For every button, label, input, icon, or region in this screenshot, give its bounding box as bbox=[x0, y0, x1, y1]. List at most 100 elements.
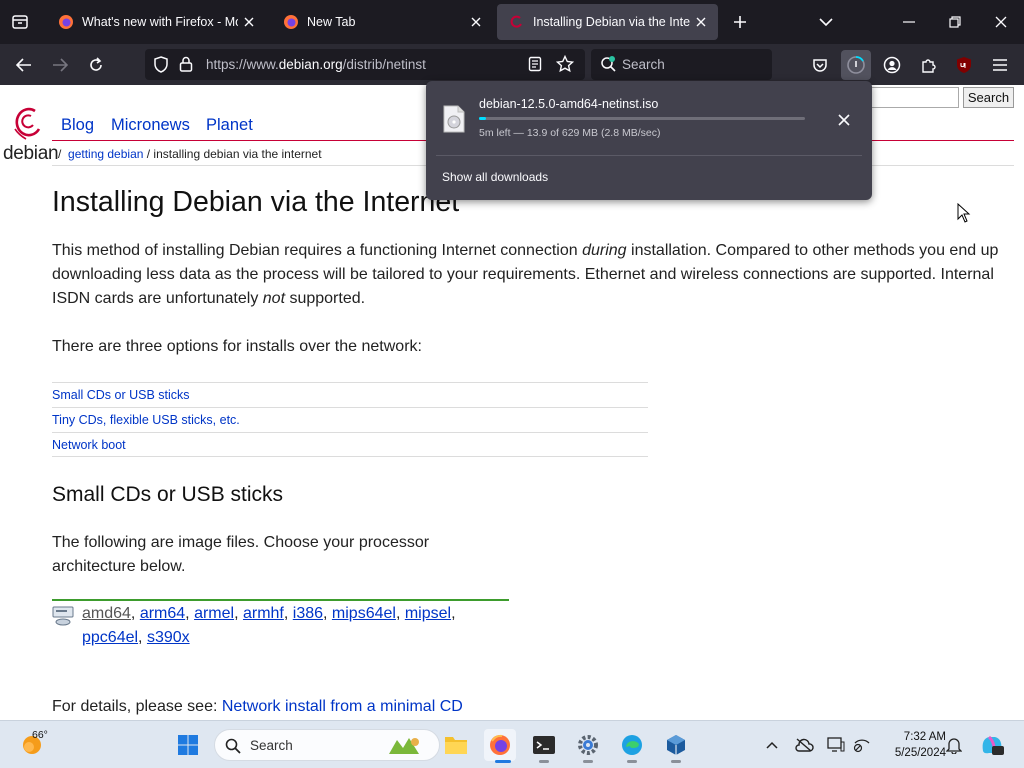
cancel-download-icon[interactable] bbox=[833, 109, 855, 131]
display-device-icon[interactable] bbox=[822, 729, 850, 761]
tracking-protection-shield-icon[interactable] bbox=[153, 56, 169, 78]
network-status-icon[interactable] bbox=[848, 729, 876, 761]
details-paragraph: For details, please see: Network install… bbox=[52, 698, 463, 716]
intro-text-1: This method of installing Debian require… bbox=[52, 242, 583, 259]
breadcrumb-link-getting-debian[interactable]: getting debian bbox=[68, 147, 143, 161]
tab-whats-new[interactable]: What's new with Firefox - More bbox=[46, 4, 266, 40]
arch-link-ppc64el[interactable]: ppc64el bbox=[82, 629, 138, 646]
debian-swirl-icon bbox=[510, 15, 522, 28]
close-tab-icon[interactable] bbox=[690, 11, 712, 33]
debian-logo[interactable] bbox=[9, 101, 45, 146]
copilot-icon[interactable] bbox=[976, 729, 1008, 761]
breadcrumb-separator: / bbox=[58, 147, 62, 161]
list-item: Network boot bbox=[52, 432, 648, 457]
weather-temperature[interactable]: 66° bbox=[32, 729, 48, 741]
nav-link-micronews[interactable]: Micronews bbox=[111, 116, 190, 135]
app-running-indicator bbox=[627, 760, 637, 763]
site-search-input[interactable] bbox=[858, 87, 959, 108]
tab-installing-debian[interactable]: Installing Debian via the Internet bbox=[497, 4, 718, 40]
address-bar[interactable]: https://www.debian.org/distrib/netinst bbox=[145, 49, 585, 80]
download-status: 5m left — 13.9 of 629 MB (2.8 MB/sec) bbox=[479, 127, 661, 139]
new-tab-plus-icon[interactable] bbox=[726, 8, 754, 36]
minimize-window-icon[interactable] bbox=[892, 8, 926, 36]
page-title: Installing Debian via the Internet bbox=[52, 186, 460, 218]
debian-logo-text[interactable]: debian bbox=[3, 143, 59, 165]
architecture-links: amd64, arm64, armel, armhf, i386, mips64… bbox=[82, 605, 456, 646]
firefox-icon bbox=[284, 15, 298, 29]
settings-gear-icon[interactable] bbox=[572, 729, 604, 761]
tray-chevron-up-icon[interactable] bbox=[758, 729, 786, 761]
search-highlight-icon bbox=[385, 734, 425, 763]
toc-link-network-boot[interactable]: Network boot bbox=[52, 438, 126, 452]
restore-window-icon[interactable] bbox=[938, 8, 972, 36]
file-explorer-icon[interactable] bbox=[440, 729, 472, 761]
arch-link-mipsel[interactable]: mipsel bbox=[405, 605, 451, 622]
windows-start-icon[interactable] bbox=[172, 729, 204, 761]
tab-title: What's new with Firefox - More bbox=[82, 15, 238, 29]
search-icon bbox=[225, 738, 241, 759]
extensions-puzzle-icon[interactable] bbox=[913, 50, 943, 80]
toc-link-tiny-cds[interactable]: Tiny CDs, flexible USB sticks, etc. bbox=[52, 413, 240, 427]
section-paragraph: The following are image files. Choose yo… bbox=[52, 534, 430, 575]
firefox-icon bbox=[59, 15, 73, 29]
forward-arrow-icon[interactable] bbox=[45, 50, 75, 80]
close-window-icon[interactable] bbox=[984, 8, 1018, 36]
taskbar-search-box[interactable]: Search bbox=[214, 729, 440, 761]
details-link-minimal-cd[interactable]: Network install from a minimal CD bbox=[222, 698, 463, 715]
download-progress-bar bbox=[479, 117, 805, 120]
section-title: Small CDs or USB sticks bbox=[52, 483, 284, 506]
pocket-icon[interactable] bbox=[805, 50, 835, 80]
edge-browser-icon[interactable] bbox=[616, 729, 648, 761]
arch-divider bbox=[52, 599, 509, 601]
bookmark-star-icon[interactable] bbox=[555, 54, 575, 78]
intro-text-3: supported. bbox=[285, 290, 366, 307]
lock-icon[interactable] bbox=[179, 56, 193, 77]
terminal-icon[interactable] bbox=[528, 729, 560, 761]
breadcrumb-current: / installing debian via the internet bbox=[146, 147, 322, 161]
close-tab-icon[interactable] bbox=[465, 11, 487, 33]
show-all-downloads-button[interactable]: Show all downloads bbox=[442, 170, 548, 184]
system-clock[interactable]: 7:32 AM 5/25/2024 bbox=[878, 729, 946, 761]
downloads-panel: debian-12.5.0-amd64-netinst.iso 5m left … bbox=[426, 81, 872, 200]
url-text[interactable]: https://www.debian.org/distrib/netinst bbox=[206, 57, 426, 72]
download-progress-fill bbox=[479, 117, 487, 120]
search-bar[interactable]: Search bbox=[591, 49, 772, 80]
firefox-view-icon[interactable] bbox=[6, 8, 34, 36]
close-tab-icon[interactable] bbox=[238, 11, 260, 33]
downloads-progress-icon[interactable] bbox=[841, 50, 871, 80]
hamburger-menu-icon[interactable] bbox=[985, 50, 1015, 80]
arch-link-arm64[interactable]: arm64 bbox=[140, 605, 185, 622]
arch-link-amd64[interactable]: amd64 bbox=[82, 605, 131, 622]
back-arrow-icon[interactable] bbox=[9, 50, 39, 80]
downloads-divider bbox=[436, 155, 862, 156]
list-item: Tiny CDs, flexible USB sticks, etc. bbox=[52, 407, 648, 432]
site-search-button[interactable]: Search bbox=[963, 87, 1014, 108]
account-avatar-icon[interactable] bbox=[877, 50, 907, 80]
reader-view-icon[interactable] bbox=[528, 56, 542, 77]
tab-new-tab[interactable]: New Tab bbox=[271, 4, 493, 40]
firefox-taskbar-icon[interactable] bbox=[484, 729, 516, 761]
navigation-toolbar: https://www.debian.org/distrib/netinst S… bbox=[0, 44, 1024, 85]
nav-link-planet[interactable]: Planet bbox=[206, 116, 253, 135]
list-all-tabs-chevron-down-icon[interactable] bbox=[812, 8, 840, 36]
details-label: For details, please see: bbox=[52, 698, 222, 715]
download-filename[interactable]: debian-12.5.0-amd64-netinst.iso bbox=[479, 97, 658, 111]
onedrive-cloud-icon[interactable] bbox=[790, 729, 818, 761]
arch-link-armhf[interactable]: armhf bbox=[243, 605, 284, 622]
arch-link-mips64el[interactable]: mips64el bbox=[332, 605, 396, 622]
nav-link-blog[interactable]: Blog bbox=[61, 116, 94, 135]
reload-icon[interactable] bbox=[81, 50, 111, 80]
windows-taskbar: 66° Search 7:32 AM 5/25/2024 bbox=[0, 720, 1024, 768]
arch-link-armel[interactable]: armel bbox=[194, 605, 234, 622]
iso-file-icon bbox=[443, 105, 465, 138]
intro-paragraph: This method of installing Debian require… bbox=[52, 239, 1007, 311]
toc-link-small-cds[interactable]: Small CDs or USB sticks bbox=[52, 388, 190, 402]
url-prefix: https://www. bbox=[206, 57, 279, 72]
virtualbox-icon[interactable] bbox=[660, 729, 692, 761]
breadcrumb: / getting debian / installing debian via… bbox=[58, 147, 322, 161]
ublock-origin-icon[interactable] bbox=[949, 50, 979, 80]
arch-link-s390x[interactable]: s390x bbox=[147, 629, 190, 646]
notification-bell-icon[interactable] bbox=[940, 729, 968, 761]
mouse-cursor-icon bbox=[957, 202, 971, 228]
arch-link-i386[interactable]: i386 bbox=[293, 605, 323, 622]
